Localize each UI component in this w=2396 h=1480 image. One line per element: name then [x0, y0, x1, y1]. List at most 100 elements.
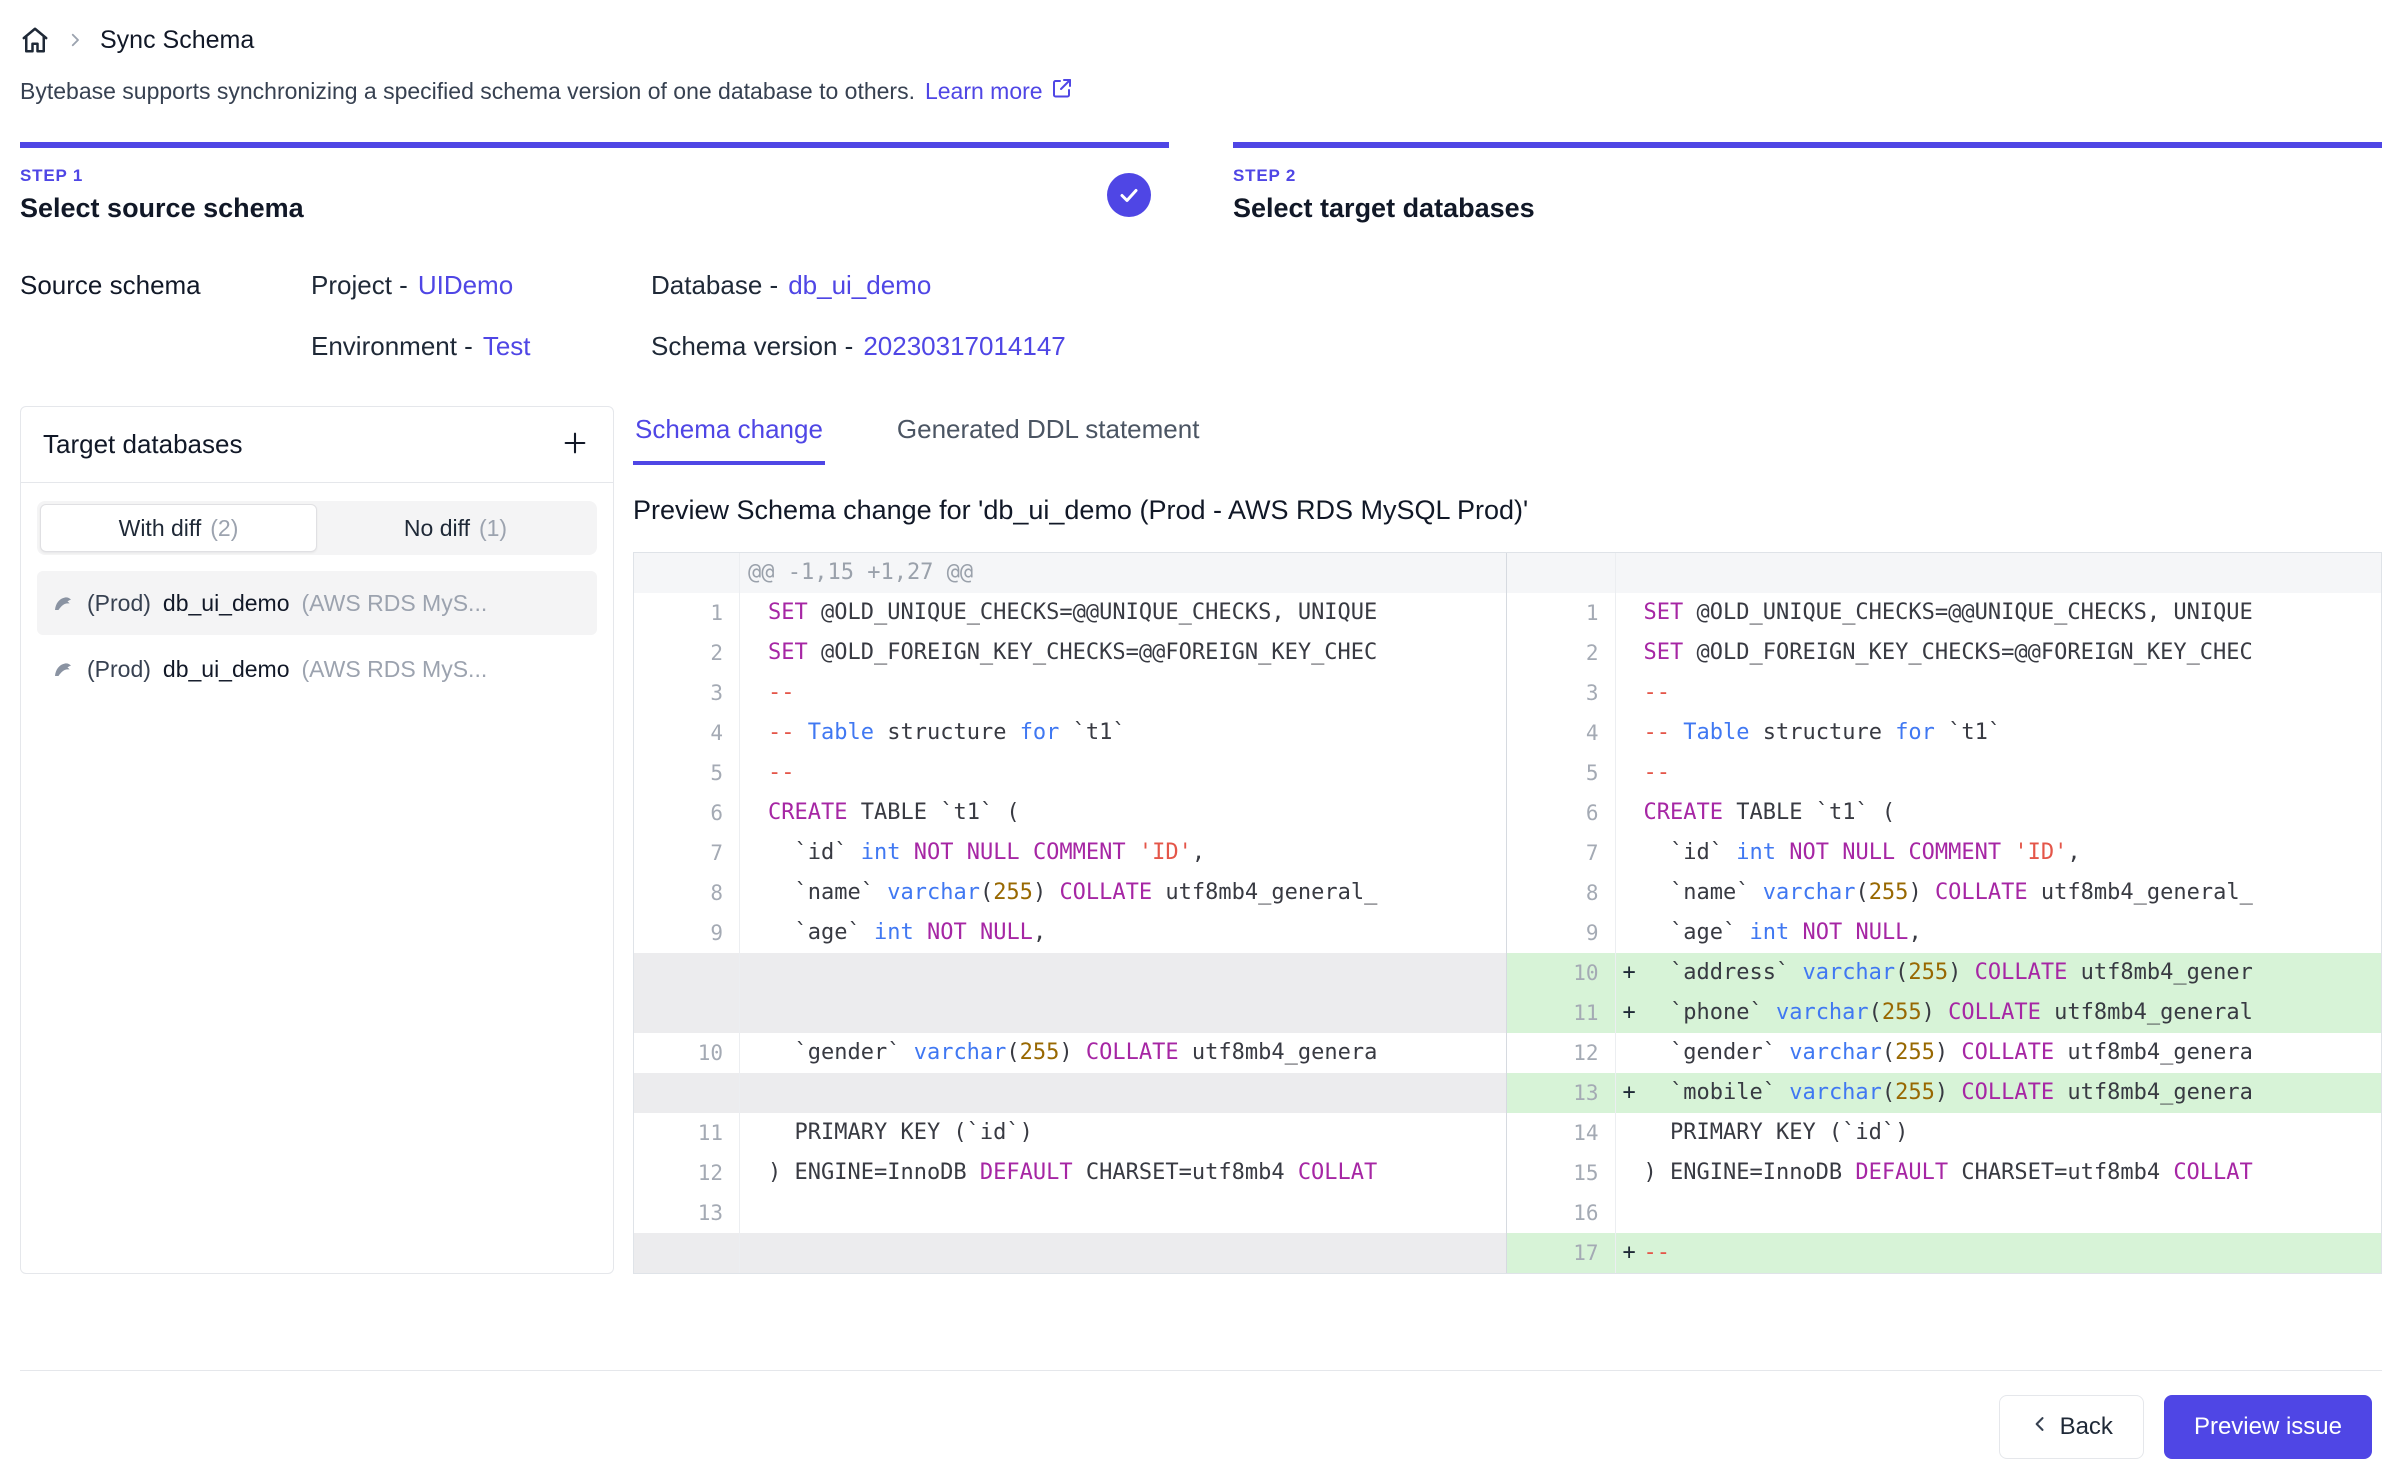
- diff-line-number: 14: [1506, 1113, 1616, 1153]
- learn-more-link[interactable]: Learn more: [925, 76, 1074, 106]
- diff-code-line: PRIMARY KEY (`id`): [740, 1113, 1506, 1153]
- diff-code-line: --: [1616, 753, 2382, 793]
- tab-with-diff-label: With diff: [119, 515, 202, 542]
- target-database-item[interactable]: (Prod) db_ui_demo (AWS RDS MyS...: [37, 571, 597, 635]
- step-1-label: STEP 1: [20, 166, 304, 186]
- line-marker: [740, 673, 768, 713]
- added-line-marker: +: [1616, 953, 1644, 993]
- tab-with-diff[interactable]: With diff (2): [40, 504, 317, 552]
- page-description: Bytebase supports synchronizing a specif…: [20, 76, 2382, 106]
- diff-line-number: 13: [634, 1193, 740, 1233]
- source-schema-summary: Source schema Project - UIDemo Database …: [20, 270, 2382, 362]
- line-marker: [1616, 1033, 1644, 1073]
- diff-code-line: `name` varchar(255) COLLATE utf8mb4_gene…: [740, 873, 1506, 913]
- line-marker: [1616, 673, 1644, 713]
- diff-line-number: 5: [1506, 753, 1616, 793]
- line-marker: [1616, 1113, 1644, 1153]
- database-environment: (Prod): [87, 590, 151, 617]
- chevron-right-icon: [66, 31, 84, 49]
- database-name: db_ui_demo: [163, 590, 290, 617]
- diff-line-number: 4: [634, 713, 740, 753]
- diff-code-line: `age` int NOT NULL,: [1616, 913, 2382, 953]
- diff-line-number: [634, 953, 740, 993]
- diff-hunk-header: [1616, 553, 2382, 593]
- home-icon[interactable]: [20, 25, 50, 55]
- diff-code-line: +--: [1616, 1233, 2382, 1273]
- target-databases-title: Target databases: [43, 429, 242, 460]
- diff-line-number: [634, 993, 740, 1033]
- diff-line-number: [634, 1073, 740, 1113]
- diff-line-number: 11: [1506, 993, 1616, 1033]
- project-link[interactable]: UIDemo: [418, 270, 513, 301]
- diff-code-line: SET @OLD_UNIQUE_CHECKS=@@UNIQUE_CHECKS, …: [740, 593, 1506, 633]
- diff-code-line: [740, 1073, 1506, 1113]
- database-field-label: Database -: [651, 270, 778, 301]
- line-marker: [740, 913, 768, 953]
- line-marker: [740, 753, 768, 793]
- diff-line-number: 11: [634, 1113, 740, 1153]
- diff-code-line: [740, 993, 1506, 1033]
- database-link[interactable]: db_ui_demo: [788, 270, 931, 301]
- schema-version-field: Schema version - 20230317014147: [651, 331, 2382, 362]
- diff-line-number: 7: [634, 833, 740, 873]
- diff-viewer[interactable]: @@ -1,15 +1,27 @@1 SET @OLD_UNIQUE_CHECK…: [633, 552, 2382, 1274]
- diff-code-line: [740, 1233, 1506, 1273]
- preview-issue-button[interactable]: Preview issue: [2164, 1395, 2372, 1459]
- diff-filter-tabs: With diff (2) No diff (1): [37, 501, 597, 555]
- diff-line-number: 4: [1506, 713, 1616, 753]
- diff-line-number: [634, 1233, 740, 1273]
- tab-no-diff[interactable]: No diff (1): [317, 504, 594, 552]
- diff-code-line: SET @OLD_FOREIGN_KEY_CHECKS=@@FOREIGN_KE…: [740, 633, 1506, 673]
- diff-line-number: 13: [1506, 1073, 1616, 1113]
- diff-line-number: 6: [634, 793, 740, 833]
- tab-schema-change[interactable]: Schema change: [633, 406, 825, 465]
- external-link-icon: [1050, 76, 1074, 106]
- preview-tabs: Schema change Generated DDL statement: [633, 406, 2382, 465]
- target-databases-header: Target databases: [21, 407, 613, 483]
- line-marker: [740, 953, 768, 993]
- target-database-item[interactable]: (Prod) db_ui_demo (AWS RDS MyS...: [37, 637, 597, 701]
- add-target-database-button[interactable]: [559, 427, 591, 462]
- diff-code-line: [1616, 1193, 2382, 1233]
- diff-code-line: -- Table structure for `t1`: [740, 713, 1506, 753]
- mysql-engine-icon: [51, 591, 75, 615]
- schema-version-link[interactable]: 20230317014147: [863, 331, 1065, 362]
- diff-code-line: PRIMARY KEY (`id`): [1616, 1113, 2382, 1153]
- line-marker: [1616, 713, 1644, 753]
- tab-generated-ddl-statement[interactable]: Generated DDL statement: [895, 406, 1202, 465]
- source-schema-label: Source schema: [20, 270, 311, 301]
- line-marker: [740, 713, 768, 753]
- diff-line-number: 9: [1506, 913, 1616, 953]
- step-1: STEP 1 Select source schema: [20, 142, 1169, 224]
- diff-line-number: 8: [1506, 873, 1616, 913]
- database-field: Database - db_ui_demo: [651, 270, 2382, 301]
- schema-change-panel: Schema change Generated DDL statement Pr…: [633, 406, 2382, 1274]
- breadcrumb: Sync Schema: [20, 18, 2382, 62]
- diff-line-number: 1: [1506, 593, 1616, 633]
- diff-code-line: + `mobile` varchar(255) COLLATE utf8mb4_…: [1616, 1073, 2382, 1113]
- line-marker: [1616, 633, 1644, 673]
- diff-code-line: [740, 953, 1506, 993]
- diff-code-line: `id` int NOT NULL COMMENT 'ID',: [740, 833, 1506, 873]
- environment-field-label: Environment -: [311, 331, 473, 362]
- line-marker: [740, 593, 768, 633]
- diff-line-number: 6: [1506, 793, 1616, 833]
- diff-line-number: 9: [634, 913, 740, 953]
- database-instance: (AWS RDS MyS...: [302, 656, 488, 683]
- diff-line-number: 17: [1506, 1233, 1616, 1273]
- diff-line-number: 1: [634, 593, 740, 633]
- diff-line-number: 3: [1506, 673, 1616, 713]
- diff-hunk-header: @@ -1,15 +1,27 @@: [740, 553, 1506, 593]
- line-marker: [1616, 593, 1644, 633]
- step-2-label: STEP 2: [1233, 166, 1535, 186]
- line-marker: [740, 1073, 768, 1113]
- back-button[interactable]: Back: [1999, 1395, 2144, 1459]
- line-marker: [740, 1153, 768, 1193]
- diff-code-line: + `address` varchar(255) COLLATE utf8mb4…: [1616, 953, 2382, 993]
- diff-line-number: 2: [1506, 633, 1616, 673]
- environment-link[interactable]: Test: [483, 331, 531, 362]
- diff-line-number: 8: [634, 873, 740, 913]
- step-1-progress-bar: [20, 142, 1169, 148]
- target-database-list: (Prod) db_ui_demo (AWS RDS MyS... (Prod)…: [21, 569, 613, 705]
- tab-no-diff-count: (1): [479, 515, 507, 542]
